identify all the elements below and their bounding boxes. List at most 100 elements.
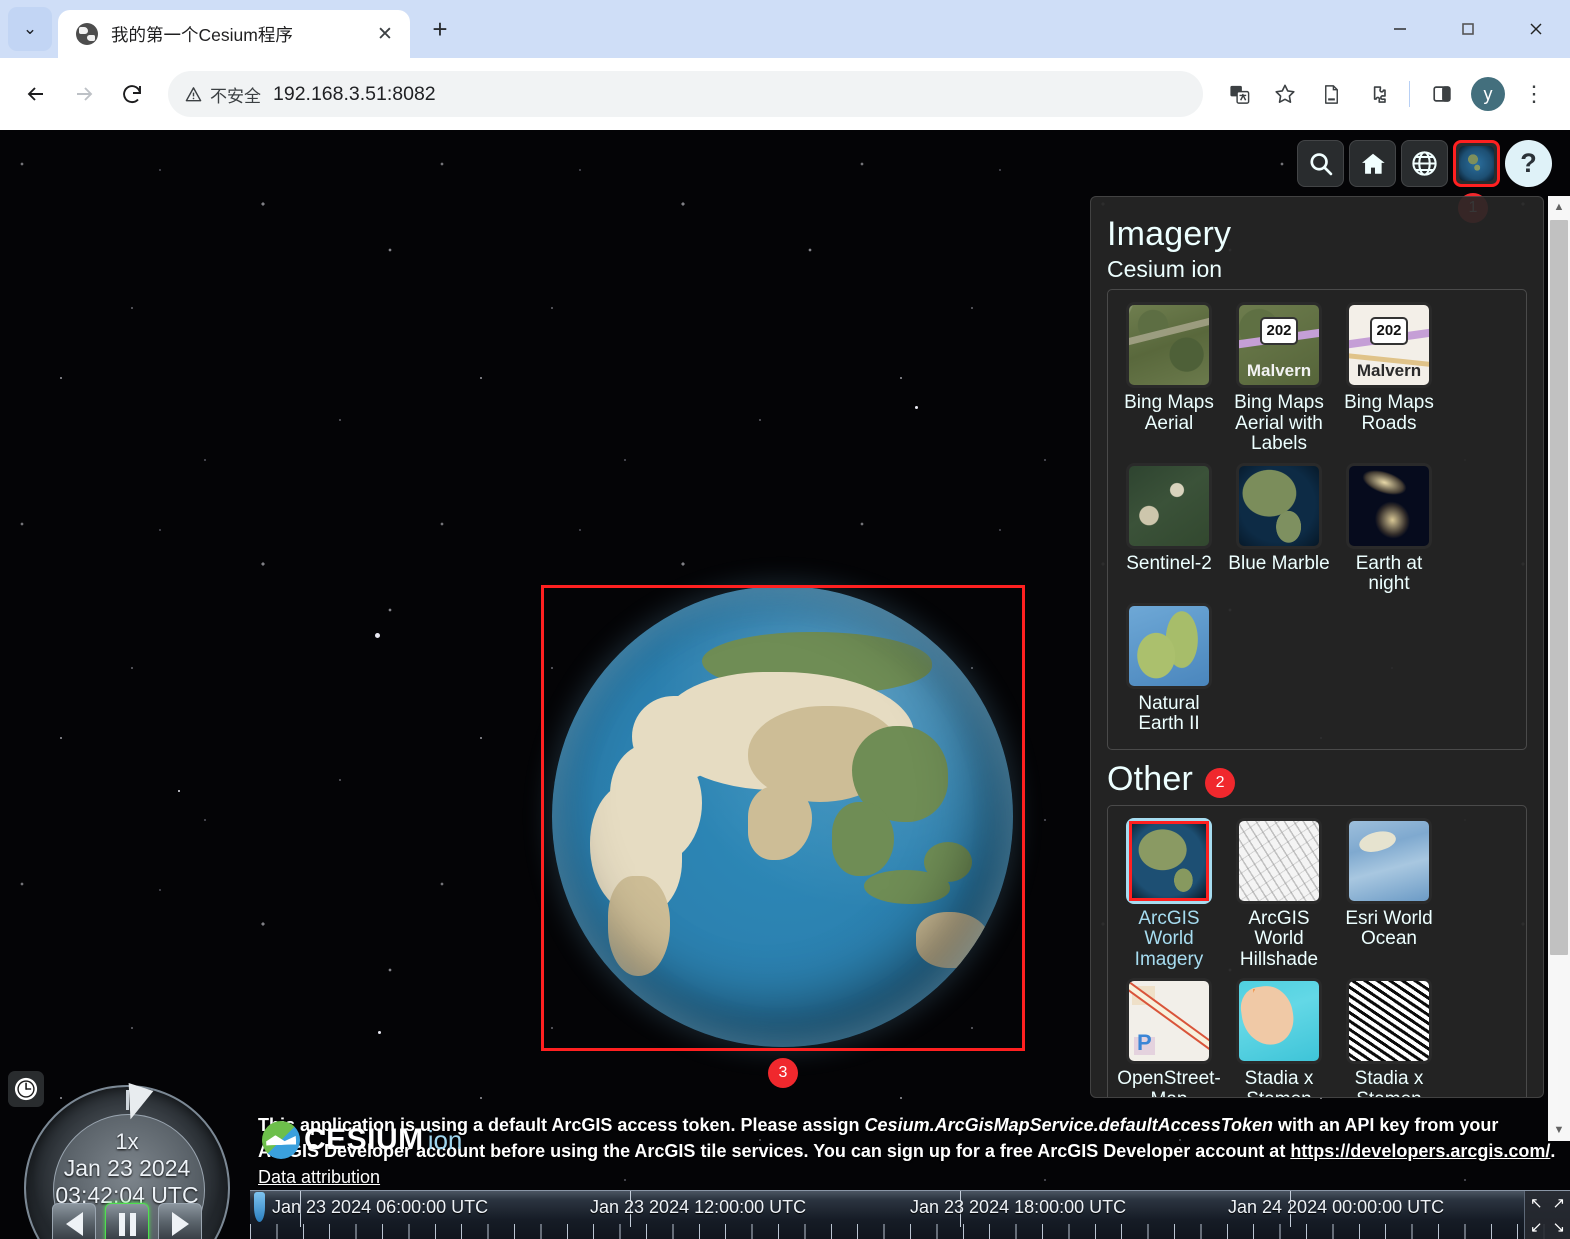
close-window-icon[interactable] <box>1502 0 1570 58</box>
reading-list-page-icon[interactable] <box>1309 72 1353 116</box>
side-panel-icon[interactable] <box>1420 72 1464 116</box>
extensions-puzzle-icon[interactable] <box>1355 72 1399 116</box>
globe-viewport[interactable] <box>541 585 1024 1050</box>
address-bar[interactable]: 不安全 192.168.3.51:8082 <box>168 71 1203 117</box>
timeline-label: Jan 23 2024 12:00:00 UTC <box>590 1197 807 1217</box>
town-label: Malvern <box>1356 361 1422 380</box>
tile-thumbnail <box>1236 978 1322 1065</box>
scrollbar-thumb[interactable] <box>1550 220 1568 955</box>
other-section-title: Other <box>1107 759 1194 798</box>
pause-button[interactable] <box>105 1203 149 1239</box>
search-button[interactable] <box>1297 140 1344 187</box>
clock-date: Jan 23 2024 <box>63 1155 191 1181</box>
route-shield-label: 202 <box>1370 316 1408 345</box>
imagery-tile-bing-maps-aerial[interactable]: Bing Maps Aerial <box>1114 302 1224 455</box>
earth-globe[interactable] <box>552 586 1013 1047</box>
arcgis-developers-link[interactable]: https://developers.arcgis.com/ <box>1290 1141 1550 1161</box>
cesium-ion-logo[interactable]: CESIUM ion <box>262 1121 462 1159</box>
imagery-tile-blue-marble[interactable]: Blue Marble <box>1224 462 1334 595</box>
credit-token-name: Cesium.ArcGisMapService.defaultAccessTok… <box>864 1114 1274 1135</box>
tile-thumbnail <box>1126 302 1212 388</box>
cesium-mark-icon <box>262 1121 300 1159</box>
tile-label: Bing Maps Aerial <box>1124 392 1214 434</box>
maximize-icon[interactable] <box>1434 0 1502 58</box>
security-label: 不安全 <box>210 86 261 106</box>
clock-multiplier: 1x <box>115 1129 139 1154</box>
site-security-indicator[interactable]: 不安全 <box>184 82 273 107</box>
fullscreen-expand-icon[interactable]: ↖ ↗ ↙ ↘ <box>1524 1191 1570 1239</box>
url-text: 192.168.3.51:8082 <box>273 82 436 105</box>
forward-icon[interactable] <box>62 72 106 116</box>
browser-menu-icon[interactable]: ⋮ <box>1512 72 1556 116</box>
picker-scrollbar[interactable]: ▲ ▼ <box>1548 196 1570 1141</box>
base-layer-picker-button[interactable] <box>1453 140 1500 187</box>
tile-label: Bing Maps Aerial with Labels <box>1234 392 1324 455</box>
bookmark-star-icon[interactable] <box>1263 72 1307 116</box>
imagery-tile-sentinel-2[interactable]: Sentinel-2 <box>1114 462 1224 595</box>
imagery-tile-arcgis-world-imagery[interactable]: ArcGIS World Imagery <box>1114 817 1224 971</box>
imagery-tile-natural-earth-ii[interactable]: Natural Earth II <box>1114 602 1224 735</box>
reverse-button[interactable] <box>52 1203 96 1239</box>
profile-avatar[interactable]: y <box>1466 72 1510 116</box>
town-label: Malvern <box>1246 361 1312 380</box>
data-attribution-link[interactable]: Data attribution <box>258 1167 380 1187</box>
credit-text-d: . <box>1550 1140 1556 1161</box>
imagery-tile-stadia-stamen-toner[interactable]: Stadia x Stamen Toner <box>1334 978 1444 1097</box>
timeline-label: Jan 23 2024 06:00:00 UTC <box>272 1197 489 1217</box>
translate-icon[interactable]: G <box>1217 72 1261 116</box>
tile-label: Earth at night <box>1355 552 1423 595</box>
imagery-tile-earth-at-night[interactable]: Earth at night <box>1334 462 1444 595</box>
cesium-viewer[interactable]: 3 ? Imagery Cesium ion Bing Maps Aerial … <box>0 130 1570 1239</box>
scene-mode-button[interactable] <box>1401 140 1448 187</box>
timeline-widget[interactable]: Jan 23 2024 06:00:00 UTC Jan 23 2024 12:… <box>250 1190 1570 1239</box>
tile-thumbnail <box>1346 978 1432 1065</box>
imagery-tile-bing-maps-roads[interactable]: 202 Malvern Bing Maps Roads <box>1334 302 1444 455</box>
picker-scroll-area: Imagery Cesium ion Bing Maps Aerial 202 … <box>1091 197 1543 1097</box>
magnifier-icon <box>1309 152 1332 175</box>
tab-strip: ⌄ 我的第一个Cesium程序 ✕ + <box>0 0 1570 58</box>
tile-thumbnail <box>1236 817 1322 904</box>
browser-tab[interactable]: 我的第一个Cesium程序 ✕ <box>58 10 410 58</box>
timeline-ticks <box>250 1224 1570 1239</box>
play-button[interactable] <box>158 1203 202 1239</box>
imagery-provider-subtitle: Cesium ion <box>1107 256 1223 282</box>
avatar-initial: y <box>1471 77 1505 111</box>
imagery-tile-openstreetmap[interactable]: P OpenStreet-Map <box>1114 978 1224 1097</box>
imagery-tile-esri-world-ocean[interactable]: Esri World Ocean <box>1334 817 1444 971</box>
new-tab-button[interactable]: + <box>420 9 460 49</box>
imagery-tile-bing-maps-aerial-with-labels[interactable]: 202 Malvern Bing Maps Aerial with Labels <box>1224 302 1334 455</box>
scroll-up-arrow-icon[interactable]: ▲ <box>1548 196 1570 218</box>
animation-widget[interactable]: 1x Jan 23 2024 03:42:04 UTC <box>24 1082 230 1239</box>
tile-label: Sentinel-2 <box>1126 552 1212 574</box>
help-button[interactable]: ? <box>1505 140 1552 187</box>
tile-thumbnail <box>1126 602 1212 689</box>
animation-readout: 1x Jan 23 2024 03:42:04 UTC <box>24 1129 230 1209</box>
annotation-badge-2: 2 <box>1205 768 1236 799</box>
tile-label: OpenStreet-Map <box>1117 1068 1221 1097</box>
tile-label: Natural Earth II <box>1138 692 1200 735</box>
other-imagery-tile-group: ArcGIS World Imagery ArcGIS World Hillsh… <box>1107 804 1527 1097</box>
timeline-needle[interactable] <box>254 1192 265 1222</box>
tile-thumbnail: P <box>1126 978 1212 1065</box>
imagery-tile-stadia-stamen-watercolor[interactable]: Stadia x Stamen Watercolor <box>1224 978 1334 1097</box>
tab-search-chevron-icon[interactable]: ⌄ <box>8 7 52 51</box>
timeline-label: Jan 24 2024 00:00:00 UTC <box>1228 1197 1445 1217</box>
reload-icon[interactable] <box>110 72 154 116</box>
imagery-tile-arcgis-world-hillshade[interactable]: ArcGIS World Hillshade <box>1224 817 1334 971</box>
tile-thumbnail <box>1346 462 1432 549</box>
base-layer-picker-panel: Imagery Cesium ion Bing Maps Aerial 202 … <box>1090 196 1544 1098</box>
minimize-icon[interactable] <box>1366 0 1434 58</box>
star <box>378 1031 381 1034</box>
globe-icon <box>1412 151 1437 176</box>
tile-thumbnail <box>1126 817 1212 904</box>
close-icon[interactable]: ✕ <box>372 21 398 47</box>
timeline-label: Jan 23 2024 18:00:00 UTC <box>910 1197 1127 1217</box>
annotation-badge-3: 3 <box>768 1058 798 1088</box>
scroll-down-arrow-icon[interactable]: ▼ <box>1548 1119 1570 1141</box>
toolbar-divider <box>1409 81 1410 107</box>
cesium-wordmark: CESIUM <box>304 1123 424 1156</box>
star <box>178 790 180 792</box>
tile-thumbnail <box>1346 817 1432 904</box>
back-icon[interactable] <box>14 72 58 116</box>
home-button[interactable] <box>1349 140 1396 187</box>
